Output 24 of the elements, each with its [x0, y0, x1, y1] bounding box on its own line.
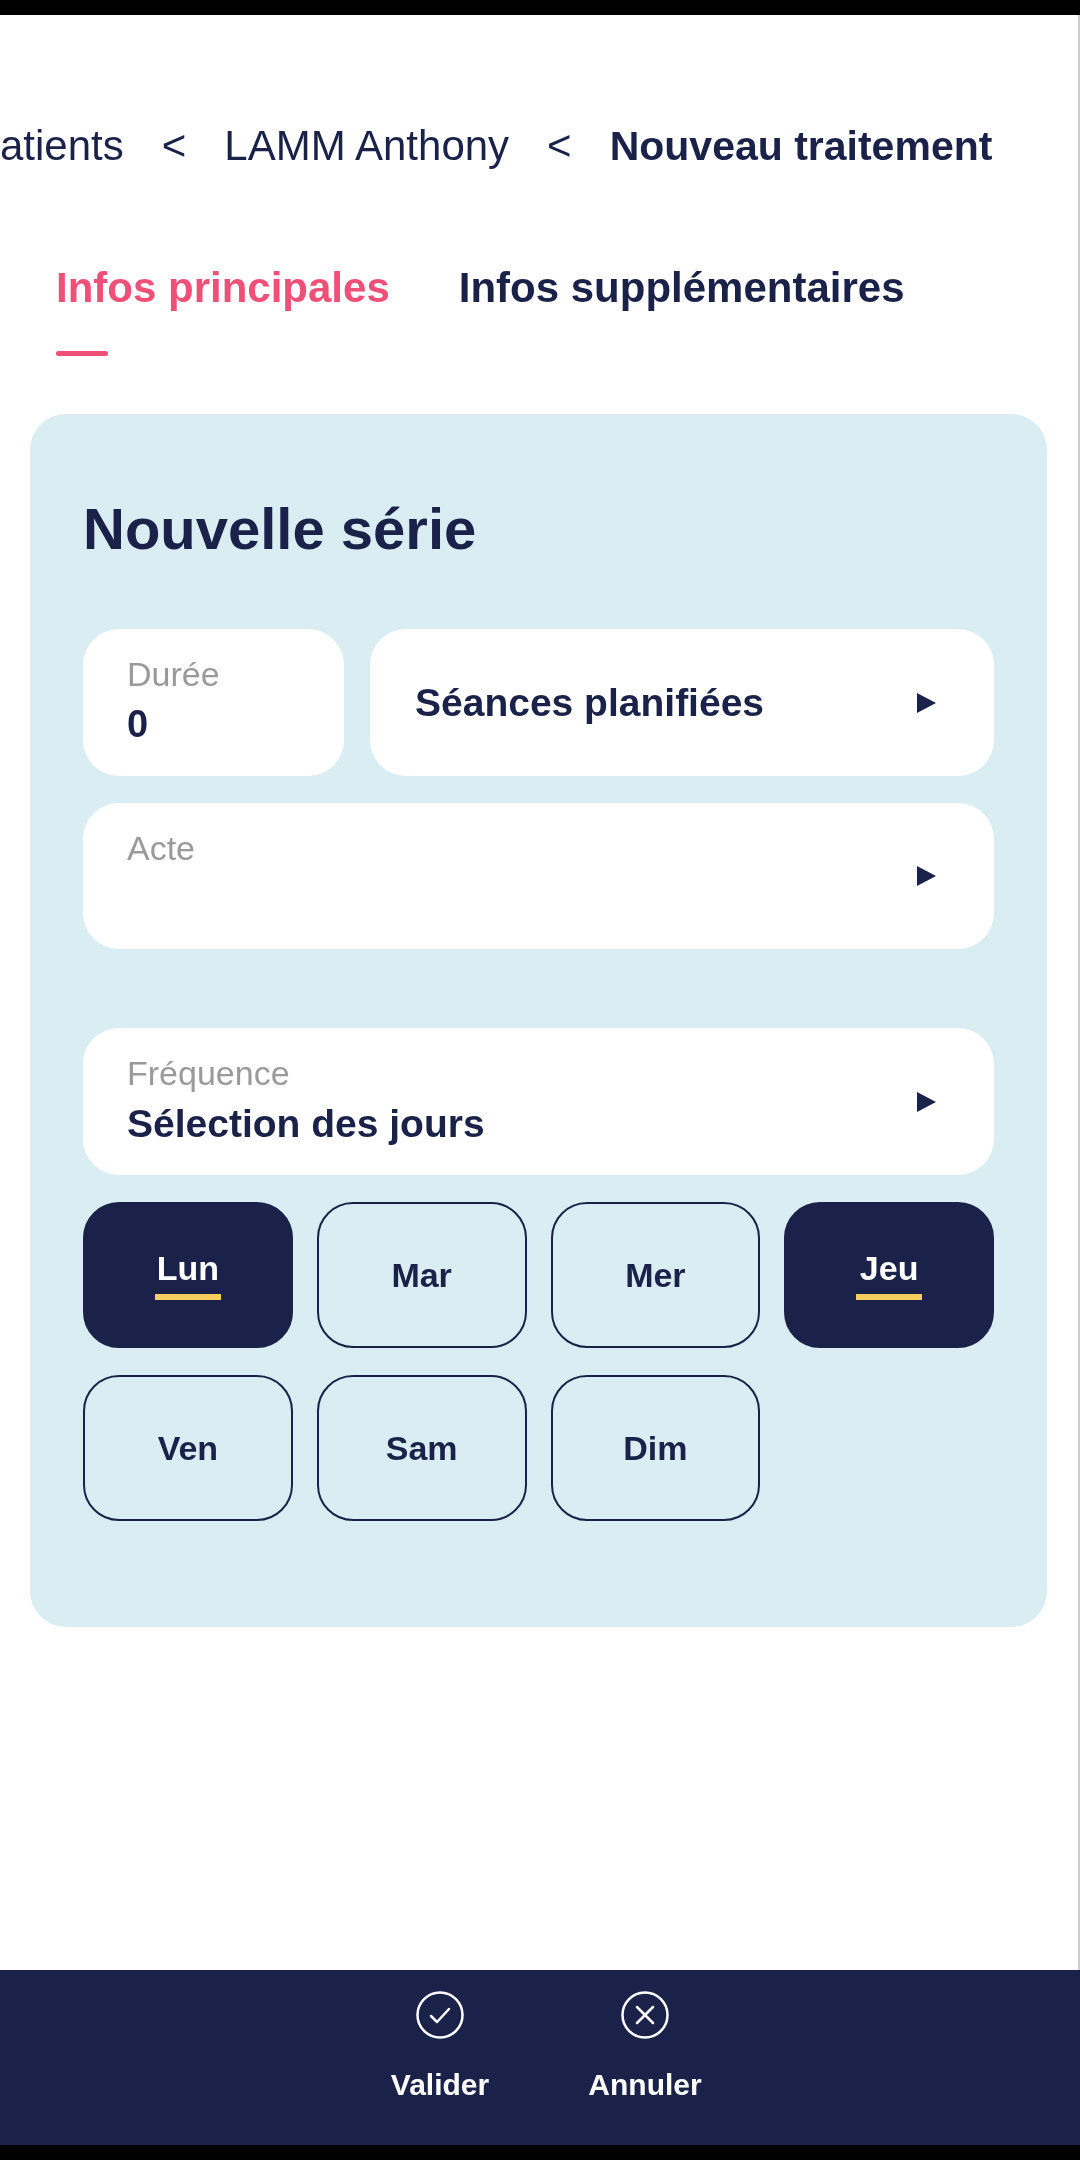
breadcrumb-link[interactable]: atients	[0, 121, 124, 171]
day-toggle[interactable]: Sam	[316, 1375, 527, 1521]
day-toggle[interactable]: Ven	[83, 1375, 293, 1521]
breadcrumb-current: Nouveau traitement	[609, 122, 993, 171]
validate-button[interactable]: Valider	[375, 1970, 505, 2145]
day-toggle[interactable]: Mer	[550, 1202, 761, 1348]
caret-icon	[917, 692, 936, 713]
duration-field[interactable]: Durée 0	[83, 629, 344, 776]
tab[interactable]: Infos supplémentaires	[458, 263, 905, 356]
day-toggle[interactable]: Lun	[83, 1202, 293, 1348]
day-toggle[interactable]: Mar	[316, 1202, 527, 1348]
frequency-select[interactable]: Fréquence Sélection des jours	[83, 1028, 994, 1175]
breadcrumb-link[interactable]: LAMM Anthony	[224, 121, 510, 171]
scheduled-sessions-button[interactable]: Séances planifiées	[370, 629, 994, 776]
day-toggle[interactable]: Dim	[550, 1375, 761, 1521]
caret-icon	[917, 1091, 936, 1112]
breadcrumb-separator: <	[547, 121, 572, 171]
breadcrumb-separator: <	[161, 121, 187, 171]
cancel-button[interactable]: Annuler	[580, 1970, 710, 2145]
caret-icon	[917, 866, 936, 886]
check-circle-icon	[416, 1991, 464, 2039]
close-circle-icon	[621, 1991, 669, 2039]
card-title: Nouvelle série	[83, 495, 478, 563]
day-toggle[interactable]: Jeu	[784, 1202, 994, 1348]
